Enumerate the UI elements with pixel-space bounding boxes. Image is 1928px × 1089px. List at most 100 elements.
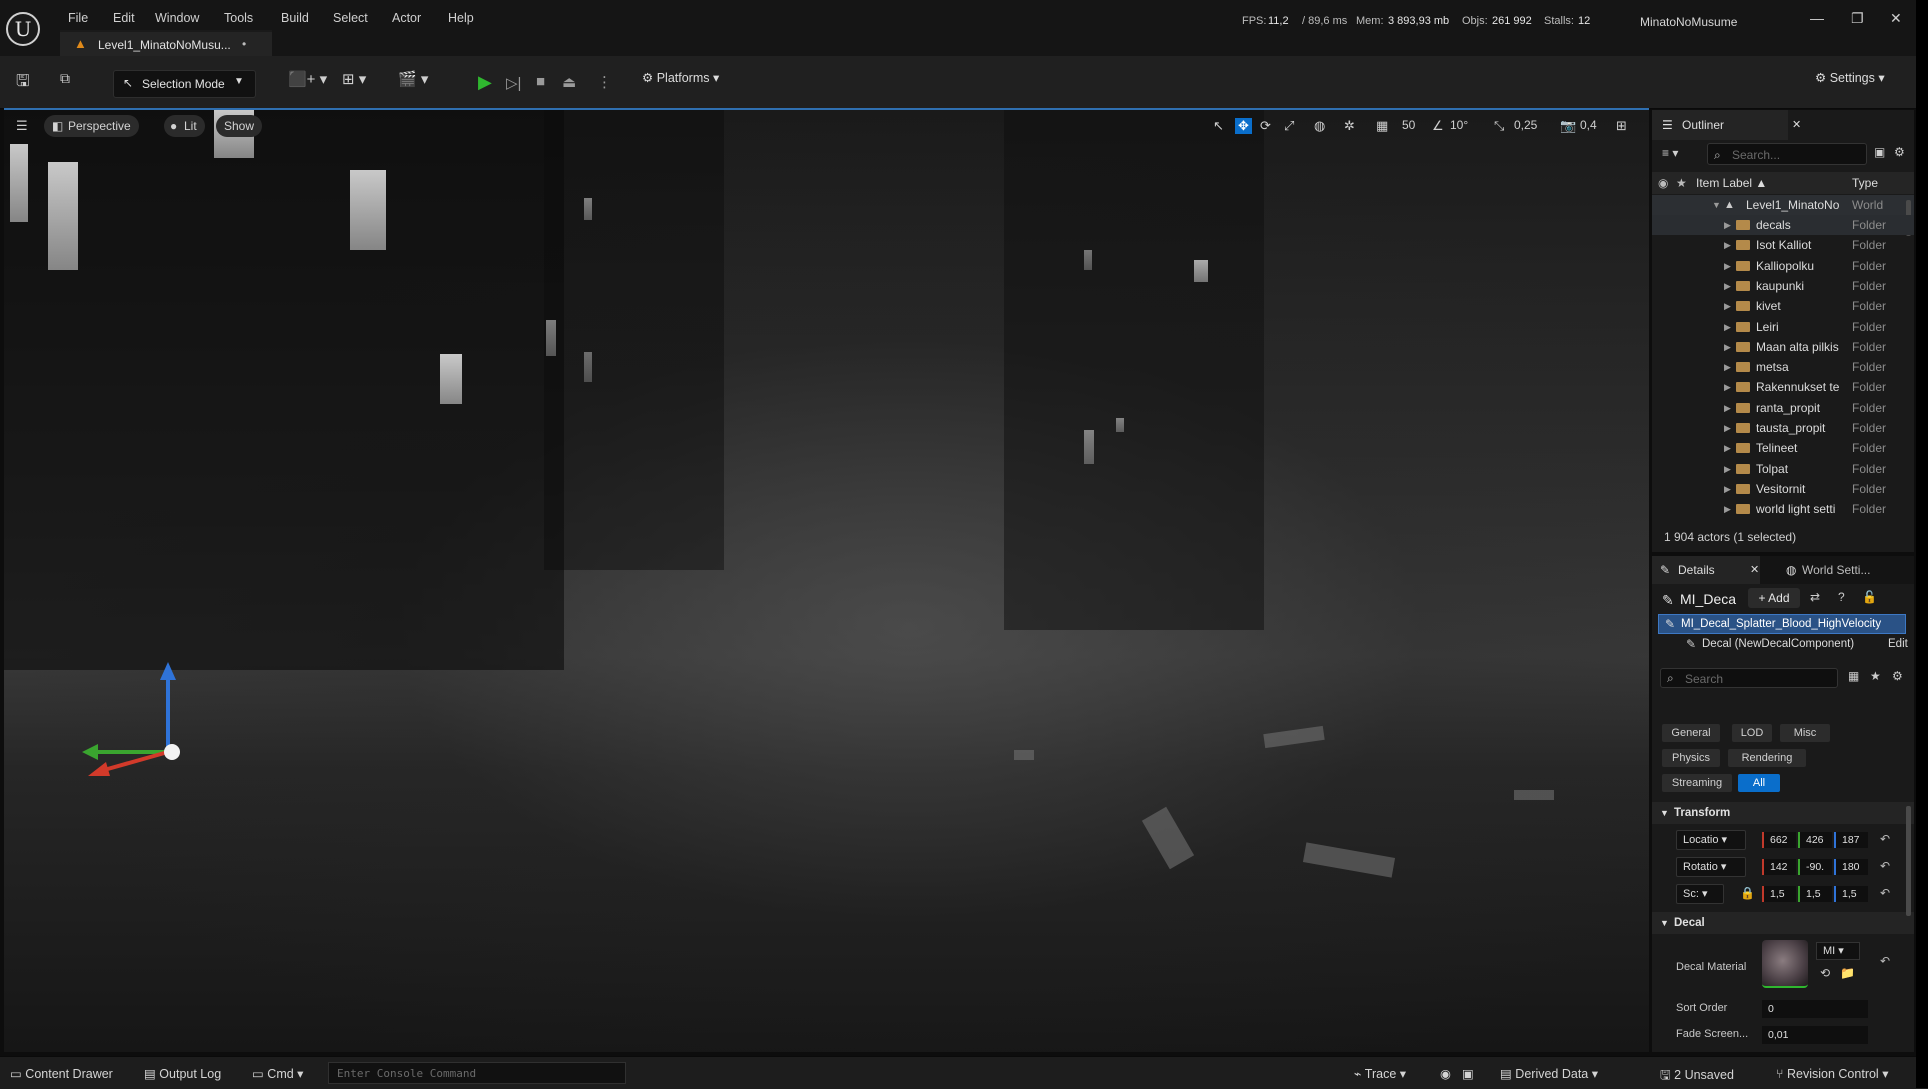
cmd-dropdown[interactable]: ▭ Cmd ▾ (252, 1066, 303, 1081)
settings-button[interactable]: ⚙ Settings ▾ (1815, 70, 1885, 85)
stop-icon[interactable]: ■ (536, 73, 545, 90)
outliner-folder-row[interactable]: ▶ world light setti Folder (1652, 499, 1914, 519)
play-icon[interactable]: ▶ (478, 72, 492, 93)
expand-icon[interactable]: ▼ (1712, 195, 1721, 215)
outliner-folder-row[interactable]: ▶ Kalliopolku Folder (1652, 256, 1914, 276)
outliner-folder-row[interactable]: ▶ Vesitornit Folder (1652, 479, 1914, 499)
filter-streaming[interactable]: Streaming (1662, 774, 1732, 792)
decal-material-thumbnail[interactable] (1762, 940, 1808, 988)
add-folder-icon[interactable]: ▣ (1874, 145, 1885, 159)
outliner-folder-row[interactable]: ▶ kivet Folder (1652, 296, 1914, 316)
edit-link[interactable]: Edit (1888, 638, 1908, 650)
outliner-folder-row[interactable]: ▶ Maan alta pilkis Folder (1652, 337, 1914, 357)
viewport-layout-icon[interactable]: ⊞ (1616, 118, 1627, 134)
level-viewport[interactable]: ☰ ◧ Perspective ● Lit Show ↖ ✥ ⟳ ⤢ ◍ ✲ ▦… (4, 110, 1649, 1052)
world-settings-tab[interactable]: World Setti... (1802, 563, 1870, 577)
record-icon[interactable]: ◉ (1440, 1066, 1451, 1081)
outliner-folder-row[interactable]: ▶ metsa Folder (1652, 357, 1914, 377)
camera-speed-icon[interactable]: 📷 (1560, 118, 1576, 134)
derived-data-dropdown[interactable]: ▤ Derived Data ▾ (1500, 1066, 1598, 1081)
expand-icon[interactable]: ▶ (1724, 276, 1731, 296)
close-tab-icon[interactable]: ✕ (1792, 118, 1801, 131)
location-y[interactable]: 426 (1798, 832, 1832, 848)
lock-scale-icon[interactable]: 🔒 (1740, 886, 1755, 900)
grid-snap-value[interactable]: 50 (1402, 118, 1415, 132)
scale-snap-icon[interactable]: ⤡ (1494, 118, 1504, 134)
expand-icon[interactable]: ▶ (1724, 215, 1731, 235)
reset-icon[interactable]: ↶ (1880, 832, 1890, 846)
output-log-button[interactable]: ▤ Output Log (144, 1066, 221, 1081)
unreal-logo-icon[interactable]: U (6, 12, 40, 46)
blueprint-convert-icon[interactable]: ⇄ (1810, 590, 1820, 604)
lit-button[interactable]: ● Lit (164, 115, 205, 137)
col-item-label[interactable]: Item Label ▲ (1696, 176, 1767, 190)
menu-actor[interactable]: Actor (392, 11, 421, 25)
menu-build[interactable]: Build (281, 11, 309, 25)
expand-icon[interactable]: ▶ (1724, 459, 1731, 479)
decal-material-dropdown[interactable]: MI ▾ (1816, 942, 1860, 960)
sort-order-field[interactable]: 0 (1762, 1000, 1868, 1018)
outliner-folder-row[interactable]: ▶ ranta_propit Folder (1652, 398, 1914, 418)
outliner-folder-row[interactable]: ▶ tausta_propit Folder (1652, 418, 1914, 438)
more-options-icon[interactable]: ⋮ (597, 73, 612, 91)
rotation-z[interactable]: 180 (1834, 859, 1868, 875)
filter-all[interactable]: All (1738, 774, 1780, 792)
world-local-icon[interactable]: ◍ (1314, 118, 1325, 134)
grid-snap-icon[interactable]: ▦ (1376, 118, 1388, 134)
content-drawer-button[interactable]: ▭ Content Drawer (10, 1066, 113, 1081)
expand-icon[interactable]: ▶ (1724, 377, 1731, 397)
platforms-button[interactable]: ⚙ Platforms ▾ (642, 70, 719, 85)
rotation-snap-icon[interactable]: ∠ (1432, 118, 1444, 134)
scale-z[interactable]: 1,5 (1834, 886, 1868, 902)
menu-file[interactable]: File (68, 11, 88, 25)
details-settings-icon[interactable]: ⚙ (1892, 669, 1903, 683)
show-button[interactable]: Show (216, 115, 263, 137)
minimize-icon[interactable]: — (1810, 10, 1824, 26)
expand-icon[interactable]: ▶ (1724, 418, 1731, 438)
restore-icon[interactable]: ❐ (1851, 10, 1864, 27)
menu-edit[interactable]: Edit (113, 11, 135, 25)
step-icon[interactable]: ▷| (506, 74, 521, 92)
viewport-menu-icon[interactable]: ☰ (16, 118, 28, 134)
expand-icon[interactable]: ▶ (1724, 357, 1731, 377)
add-component-button[interactable]: + Add (1748, 588, 1800, 608)
selection-mode-dropdown[interactable]: ↖ Selection Mode ▼ (113, 70, 256, 98)
outliner-folder-row[interactable]: ▶ Leiri Folder (1652, 317, 1914, 337)
filter-icon[interactable]: ≡ ▾ (1662, 146, 1678, 160)
lock-icon[interactable]: 🔓 (1862, 590, 1877, 604)
expand-icon[interactable]: ▶ (1724, 317, 1731, 337)
star-icon[interactable]: ★ (1870, 669, 1881, 683)
outliner-tab[interactable]: ☰ Outliner ✕ (1652, 110, 1801, 140)
level-tab[interactable]: ▲ Level1_MinatoNoMusu... • (60, 30, 272, 58)
outliner-folder-row[interactable]: ▶ Tolpat Folder (1652, 459, 1914, 479)
details-search-input[interactable]: ⌕ Search (1660, 668, 1838, 688)
scale-y[interactable]: 1,5 (1798, 886, 1832, 902)
translate-tool-icon[interactable]: ✥ (1235, 118, 1252, 134)
expand-icon[interactable]: ▶ (1724, 256, 1731, 276)
use-selected-icon[interactable]: ⟲ (1820, 966, 1830, 980)
menu-window[interactable]: Window (155, 11, 199, 25)
reset-icon[interactable]: ↶ (1880, 886, 1890, 900)
expand-icon[interactable]: ▶ (1724, 337, 1731, 357)
table-view-icon[interactable]: ▦ (1848, 669, 1859, 683)
location-z[interactable]: 187 (1834, 832, 1868, 848)
perspective-button[interactable]: ◧ Perspective (44, 115, 139, 137)
rotation-y[interactable]: -90. (1798, 859, 1832, 875)
close-window-icon[interactable]: ✕ (1890, 10, 1902, 27)
menu-tools[interactable]: Tools (224, 11, 253, 25)
decal-section[interactable]: ▼ Decal (1652, 912, 1914, 934)
rotation-x[interactable]: 142 (1762, 859, 1796, 875)
transform-section[interactable]: ▼ Transform (1652, 802, 1914, 824)
unsaved-button[interactable]: 🖫 2 Unsaved (1660, 1066, 1734, 1087)
cinematics-icon[interactable]: 🎬 ▾ (398, 70, 428, 96)
menu-select[interactable]: Select (333, 11, 368, 25)
outliner-root-row[interactable]: ▼ ▲ Level1_MinatoNo World (1652, 195, 1914, 215)
screenshot-icon[interactable]: ▣ (1462, 1066, 1474, 1081)
outliner-folder-row[interactable]: ▶ Rakennukset te Folder (1652, 377, 1914, 397)
location-dropdown[interactable]: Locatio ▾ (1676, 830, 1746, 850)
content-browse-icon[interactable]: ⧉ (60, 70, 70, 96)
component-child-name[interactable]: Decal (NewDecalComponent) (1702, 638, 1854, 650)
scale-tool-icon[interactable]: ⤢ (1284, 118, 1294, 134)
outliner-folder-row[interactable]: ▶ Telineet Folder (1652, 438, 1914, 458)
surface-snap-icon[interactable]: ✲ (1344, 118, 1355, 134)
